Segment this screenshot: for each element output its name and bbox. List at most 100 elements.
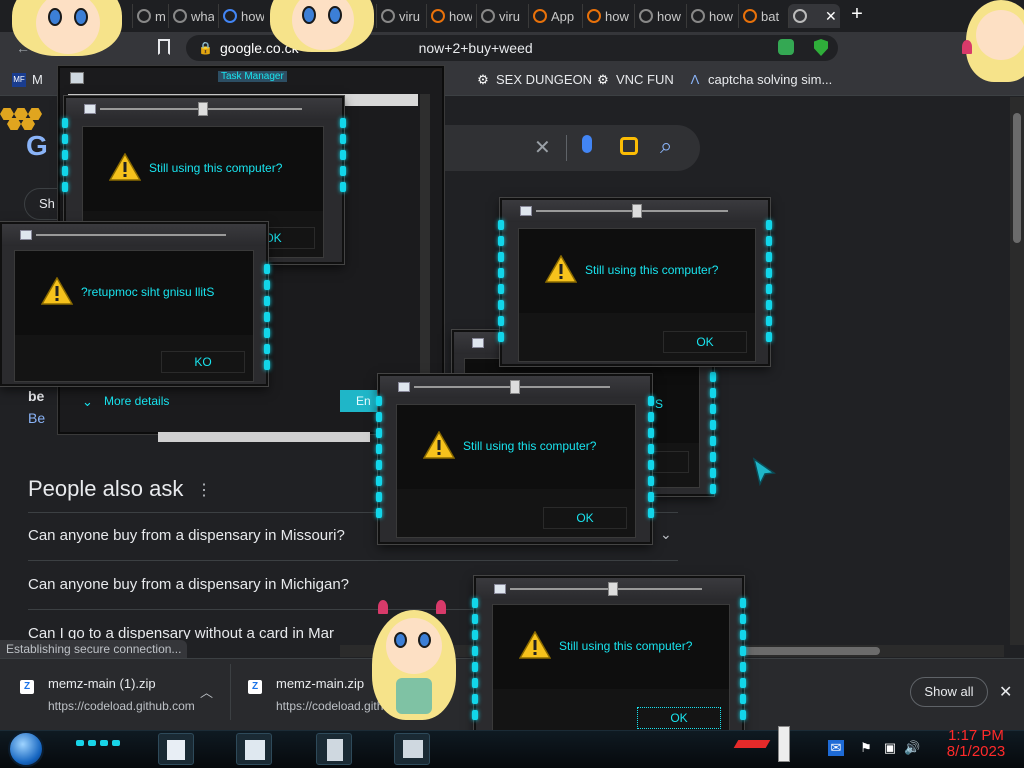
ok-button[interactable]: OK bbox=[637, 707, 721, 729]
download-item-1[interactable]: Z memz-main (1).zip https://codeload.git… bbox=[20, 676, 195, 713]
window-icon bbox=[494, 584, 506, 594]
wordpad-taskbar-button[interactable] bbox=[158, 733, 194, 765]
new-tab-button[interactable]: + bbox=[848, 4, 866, 25]
still-using-dialog[interactable]: Still using this computer? OK bbox=[498, 198, 772, 366]
page-scrollbar[interactable] bbox=[1010, 97, 1024, 645]
scrollbar-thumb[interactable] bbox=[1013, 113, 1021, 243]
chevron-up-icon[interactable]: ︿ bbox=[200, 682, 213, 701]
dialog-message: Still using this computer? bbox=[559, 639, 693, 653]
search-icon[interactable]: ⌕ bbox=[660, 133, 672, 159]
tab-active[interactable]: ✕ bbox=[788, 4, 840, 28]
tab-favicon bbox=[173, 9, 187, 23]
chevron-down-icon[interactable]: ⌄ bbox=[660, 526, 672, 543]
task-manager-taskbar-button[interactable] bbox=[394, 733, 430, 765]
still-using-dialog[interactable]: Still using this computer? OK bbox=[472, 576, 746, 746]
tab-favicon bbox=[137, 9, 151, 23]
dialog-message-partial: S bbox=[655, 397, 664, 411]
tab-11[interactable]: bat bbox=[738, 4, 784, 28]
taskbar-divider bbox=[778, 726, 790, 762]
tab-favicon bbox=[481, 9, 495, 23]
gear-icon: ⚙ bbox=[597, 71, 609, 87]
tab-8[interactable]: how bbox=[582, 4, 630, 28]
mic-icon[interactable] bbox=[582, 135, 592, 153]
start-button[interactable] bbox=[8, 731, 44, 767]
mouse-cursor-icon bbox=[752, 457, 776, 487]
search-box[interactable]: ✕ ⌕ bbox=[430, 125, 700, 171]
tab-2[interactable]: wha bbox=[168, 4, 214, 28]
tab-favicon bbox=[587, 9, 601, 23]
tab-3[interactable]: how bbox=[218, 4, 264, 28]
window-icon bbox=[520, 206, 532, 216]
tab-favicon bbox=[639, 9, 653, 23]
volume-icon[interactable]: 🔊 bbox=[904, 740, 920, 756]
task-manager-scrollbar[interactable] bbox=[420, 94, 430, 374]
system-clock[interactable]: 1:17 PM 8/1/2023 bbox=[936, 728, 1016, 760]
show-all-button[interactable]: Show all bbox=[910, 677, 988, 707]
tab-10[interactable]: how bbox=[686, 4, 734, 28]
still-using-dialog-reversed[interactable]: ?retupmoc siht gnisu llitS KO bbox=[0, 222, 270, 386]
zip-file-icon: Z bbox=[248, 680, 262, 694]
warning-icon bbox=[519, 631, 551, 659]
result-title[interactable]: be bbox=[28, 388, 44, 404]
tab-favicon bbox=[381, 9, 395, 23]
mail-icon[interactable]: ✉ bbox=[828, 740, 844, 756]
bookmark-m[interactable]: MF M bbox=[12, 72, 43, 87]
ok-button[interactable]: KO bbox=[161, 351, 245, 373]
result-link[interactable]: Be bbox=[28, 410, 45, 426]
bookmark-vnc-fun[interactable]: ⚙ VNC FUN bbox=[596, 72, 674, 87]
tab-9[interactable]: how bbox=[634, 4, 682, 28]
google-logo[interactable]: G bbox=[26, 130, 48, 162]
window-icon bbox=[472, 338, 484, 348]
tab-5[interactable]: how bbox=[426, 4, 472, 28]
notepad-taskbar-button[interactable] bbox=[236, 733, 272, 765]
flag-icon[interactable]: ⚑ bbox=[858, 740, 874, 756]
paa-question-3[interactable]: Can I go to a dispensary without a card … bbox=[28, 625, 334, 639]
tab-7[interactable]: App bbox=[528, 4, 578, 28]
window-icon bbox=[20, 230, 32, 240]
tab-favicon bbox=[533, 9, 547, 23]
paa-question-2[interactable]: Can anyone buy from a dispensary in Mich… bbox=[28, 576, 349, 593]
tab-favicon bbox=[431, 9, 445, 23]
dialog-message: ?retupmoc siht gnisu llitS bbox=[81, 285, 215, 299]
close-download-bar-icon[interactable]: ✕ bbox=[999, 682, 1012, 702]
window-icon bbox=[84, 104, 96, 114]
more-options-icon[interactable]: ⋮ bbox=[196, 480, 212, 500]
still-using-dialog[interactable]: Still using this computer? OK bbox=[376, 374, 654, 544]
task-manager-title: Task Manager bbox=[218, 71, 287, 82]
warning-icon bbox=[41, 277, 73, 305]
network-icon[interactable]: ▣ bbox=[882, 740, 898, 756]
notepad-icon bbox=[245, 740, 265, 760]
tab-6[interactable]: viru bbox=[476, 4, 524, 28]
dialog-message: Still using this computer? bbox=[463, 439, 597, 453]
tab-4[interactable]: viru bbox=[376, 4, 422, 28]
status-bubble: Establishing secure connection... bbox=[0, 640, 188, 658]
end-task-button[interactable]: En bbox=[340, 390, 380, 412]
cartoon-character bbox=[962, 0, 1024, 82]
calculator-icon bbox=[327, 739, 343, 761]
cartoon-character bbox=[270, 0, 374, 60]
google-icon bbox=[223, 9, 237, 23]
cartoon-character bbox=[366, 600, 462, 726]
mft-icon: MF bbox=[12, 72, 26, 87]
lock-icon: 🔒 bbox=[198, 41, 213, 55]
task-manager-icon bbox=[403, 740, 423, 758]
lens-icon[interactable] bbox=[620, 137, 638, 155]
ok-button[interactable]: OK bbox=[543, 507, 627, 529]
close-icon[interactable]: ✕ bbox=[825, 8, 837, 25]
warning-icon bbox=[423, 431, 455, 459]
clear-icon[interactable]: ✕ bbox=[534, 135, 551, 160]
gear-icon: ⚙ bbox=[477, 71, 489, 87]
bookmark-sex-dungeon[interactable]: ⚙ SEX DUNGEON bbox=[476, 72, 592, 87]
paa-question-1[interactable]: Can anyone buy from a dispensary in Miss… bbox=[28, 527, 345, 544]
more-details-link[interactable]: More details bbox=[104, 394, 169, 408]
calculator-taskbar-button[interactable] bbox=[316, 733, 352, 765]
cartoon-character bbox=[12, 0, 122, 66]
chevron-down-icon[interactable]: ⌄ bbox=[82, 394, 93, 410]
extension-icon[interactable] bbox=[778, 39, 794, 55]
bookmark-captcha[interactable]: Λcaptcha solving sim... bbox=[688, 72, 833, 87]
tab-favicon bbox=[691, 9, 705, 23]
tab-1[interactable]: min bbox=[132, 4, 166, 28]
ok-button[interactable]: OK bbox=[663, 331, 747, 353]
tab-favicon bbox=[793, 9, 807, 23]
tab-favicon bbox=[743, 9, 757, 23]
